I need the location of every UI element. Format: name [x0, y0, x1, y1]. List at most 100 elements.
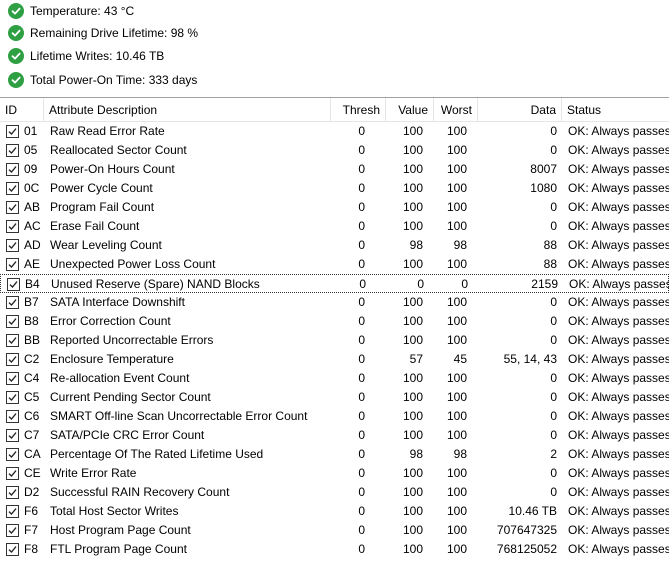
summary-text: Remaining Drive Lifetime: 98 %	[30, 26, 199, 40]
checkmark-icon	[8, 147, 17, 154]
cell-status: OK: Always passes	[568, 295, 669, 309]
summary-item: Temperature: 43 °C	[8, 0, 134, 22]
column-header-id[interactable]: ID	[0, 98, 44, 122]
row-checkbox[interactable]	[6, 296, 19, 309]
table-row[interactable]: 01 Raw Read Error Rate 0 100 100 0 OK: Always …	[0, 122, 669, 141]
column-header-thresh[interactable]: Thresh	[331, 98, 386, 122]
cell-id: B7	[24, 295, 39, 309]
table-row[interactable]: D2 Successful RAIN Recovery Count 0 100 100 0…	[0, 483, 669, 502]
cell-worst: 100	[446, 257, 467, 271]
cell-value: 100	[402, 162, 423, 176]
table-row[interactable]: 09 Power-On Hours Count 0 100 100 8007 OK: Alw…	[0, 160, 669, 179]
row-checkbox[interactable]	[6, 315, 19, 328]
summary-text: Total Power-On Time: 333 days	[30, 73, 198, 87]
cell-data: 0	[550, 219, 557, 233]
table-row[interactable]: AD Wear Leveling Count 0 98 98 88 OK: Always p…	[0, 236, 669, 255]
cell-value: 100	[402, 428, 423, 442]
table-row[interactable]: C2 Enclosure Temperature 0 57 45 55, 14, 43 OK…	[0, 350, 669, 369]
table-row[interactable]: 05 Reallocated Sector Count 0 100 100 0 OK: Al…	[0, 141, 669, 160]
cell-value: 98	[409, 238, 423, 252]
table-row[interactable]: C6 SMART Off-line Scan Uncorrectable Erro…	[0, 407, 669, 426]
row-checkbox[interactable]	[6, 391, 19, 404]
column-header-value[interactable]: Value	[386, 98, 434, 122]
cell-id: B4	[25, 277, 40, 291]
row-checkbox[interactable]	[7, 278, 20, 291]
cell-description: Total Host Sector Writes	[50, 504, 179, 518]
table-row[interactable]: B8 Error Correction Count 0 100 100 0 OK: Alwa…	[0, 312, 669, 331]
cell-description: Unused Reserve (Spare) NAND Blocks	[51, 277, 260, 291]
row-checkbox[interactable]	[6, 486, 19, 499]
cell-data: 0	[550, 314, 557, 328]
row-checkbox[interactable]	[6, 524, 19, 537]
checkmark-icon	[8, 489, 17, 496]
cell-value: 0	[417, 277, 424, 291]
column-header-status[interactable]: Status	[562, 98, 669, 122]
cell-id: C2	[24, 352, 40, 366]
table-row[interactable]: B7 SATA Interface Downshift 0 100 100 0 OK: Al…	[0, 293, 669, 312]
cell-status: OK: Always passes	[568, 124, 669, 138]
table-row[interactable]: AC Erase Fail Count 0 100 100 0 OK: Always pas…	[0, 217, 669, 236]
table-row[interactable]: C4 Re-allocation Event Count 0 100 100 0 OK: A…	[0, 369, 669, 388]
summary-item: Total Power-On Time: 333 days	[8, 69, 197, 91]
table-row[interactable]: F8 FTL Program Page Count 0 100 100 768125052…	[0, 540, 669, 559]
row-checkbox[interactable]	[6, 467, 19, 480]
row-checkbox[interactable]	[6, 258, 19, 271]
row-checkbox[interactable]	[6, 201, 19, 214]
table-row[interactable]: AB Program Fail Count 0 100 100 0 OK: Always p…	[0, 198, 669, 217]
cell-value: 100	[402, 257, 423, 271]
row-checkbox[interactable]	[6, 163, 19, 176]
table-row[interactable]: C7 SATA/PCIe CRC Error Count 0 100 100 0 OK: A…	[0, 426, 669, 445]
row-checkbox[interactable]	[6, 543, 19, 556]
cell-description: SATA Interface Downshift	[50, 295, 185, 309]
cell-status: OK: Always passes	[568, 181, 669, 195]
table-row[interactable]: 0C Power Cycle Count 0 100 100 1080 OK: Always…	[0, 179, 669, 198]
checkmark-icon	[8, 185, 17, 192]
cell-status: OK: Always passes	[568, 219, 669, 233]
cell-worst: 100	[446, 466, 467, 480]
row-checkbox[interactable]	[6, 220, 19, 233]
cell-description: Program Fail Count	[50, 200, 155, 214]
table-row[interactable]: CA Percentage Of The Rated Lifetime Used 0…	[0, 445, 669, 464]
table-row[interactable]: F6 Total Host Sector Writes 0 100 100 10.46 T…	[0, 502, 669, 521]
table-row[interactable]: F7 Host Program Page Count 0 100 100 70764732…	[0, 521, 669, 540]
cell-thresh: 0	[358, 409, 365, 423]
row-checkbox[interactable]	[6, 372, 19, 385]
cell-thresh: 0	[358, 504, 365, 518]
cell-thresh: 0	[358, 390, 365, 404]
row-checkbox[interactable]	[6, 410, 19, 423]
cell-data: 0	[550, 295, 557, 309]
table-row[interactable]: BB Reported Uncorrectable Errors 0 100 100 0 O…	[0, 331, 669, 350]
cell-thresh: 0	[358, 371, 365, 385]
cell-worst: 100	[446, 181, 467, 195]
row-checkbox[interactable]	[6, 505, 19, 518]
row-checkbox[interactable]	[6, 144, 19, 157]
column-header-data[interactable]: Data	[478, 98, 562, 122]
cell-data: 2	[550, 447, 557, 461]
cell-thresh: 0	[358, 447, 365, 461]
row-checkbox[interactable]	[6, 448, 19, 461]
column-header-worst[interactable]: Worst	[434, 98, 478, 122]
table-row[interactable]: CE Write Error Rate 0 100 100 0 OK: Always pas…	[0, 464, 669, 483]
checkmark-icon	[8, 546, 17, 553]
row-checkbox[interactable]	[6, 429, 19, 442]
table-row[interactable]: C5 Current Pending Sector Count 0 100 100 0 OK…	[0, 388, 669, 407]
cell-description: Wear Leveling Count	[50, 238, 162, 252]
cell-status: OK: Always passes	[568, 485, 669, 499]
cell-id: 05	[24, 143, 38, 157]
cell-worst: 100	[446, 542, 467, 556]
row-checkbox[interactable]	[6, 353, 19, 366]
row-checkbox[interactable]	[6, 182, 19, 195]
cell-description: Unexpected Power Loss Count	[50, 257, 216, 271]
row-checkbox[interactable]	[6, 239, 19, 252]
column-header-description[interactable]: Attribute Description	[44, 98, 331, 122]
cell-status: OK: Always passes	[569, 277, 669, 291]
row-checkbox[interactable]	[6, 125, 19, 138]
table-row[interactable]: AE Unexpected Power Loss Count 0 100 100 88 OK…	[0, 255, 669, 274]
cell-description: Re-allocation Event Count	[50, 371, 190, 385]
table-row[interactable]: B4 Unused Reserve (Spare) NAND Blocks 0 0 0 2…	[0, 274, 669, 293]
cell-id: D2	[24, 485, 40, 499]
row-checkbox[interactable]	[6, 334, 19, 347]
cell-status: OK: Always passes	[568, 162, 669, 176]
check-circle-icon	[8, 72, 24, 88]
cell-thresh: 0	[358, 428, 365, 442]
